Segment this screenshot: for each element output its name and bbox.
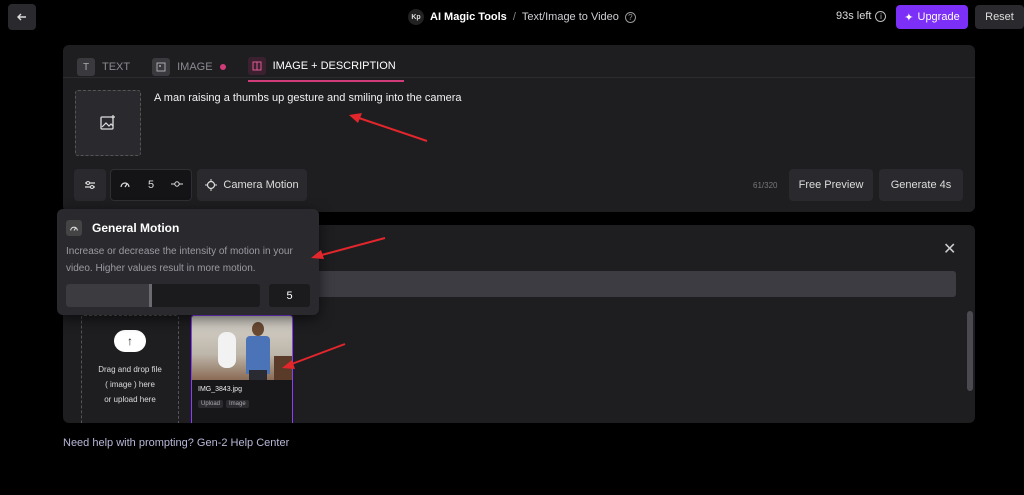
generate-button[interactable]: Generate 4s xyxy=(879,169,963,201)
photo-background xyxy=(274,356,292,380)
dropzone-text-1: Drag and drop file xyxy=(98,365,162,374)
asset-thumbnail[interactable]: IMG_3843.jpg Upload Image xyxy=(191,315,293,423)
dropzone-text-3[interactable]: or upload here xyxy=(104,392,156,407)
scrollbar[interactable] xyxy=(967,311,973,391)
tab-label: IMAGE xyxy=(177,61,213,73)
split-icon xyxy=(247,57,266,75)
char-counter: 61/320 xyxy=(753,181,778,190)
add-image-icon xyxy=(100,115,115,130)
credits-text: 93s left xyxy=(836,10,872,22)
photo-person xyxy=(246,336,270,374)
sliders-icon xyxy=(85,181,95,189)
tab-label: IMAGE + DESCRIPTION xyxy=(272,60,396,72)
tab-label: TEXT xyxy=(102,61,131,73)
image-icon xyxy=(152,58,171,76)
text-icon: T xyxy=(77,58,95,76)
asset-file-name: IMG_3843.jpg xyxy=(198,386,242,393)
popover-description: Increase or decrease the intensity of mo… xyxy=(66,246,293,274)
kp-logo: Kp xyxy=(408,9,424,25)
help-icon[interactable]: ? xyxy=(624,11,636,23)
image-upload-slot[interactable] xyxy=(75,90,141,156)
photo-person-legs xyxy=(249,370,267,380)
commit-icon xyxy=(170,178,183,193)
badge-upload: Upload xyxy=(198,400,224,408)
slider-handle[interactable] xyxy=(149,284,152,307)
upgrade-label: Upgrade xyxy=(917,11,960,23)
cloud-upload-icon: ↑ xyxy=(114,330,146,352)
breadcrumb-app[interactable]: AI Magic Tools xyxy=(430,11,507,23)
sparkle-icon: ✦ xyxy=(904,11,914,24)
asset-photo xyxy=(192,316,292,380)
top-bar: Kp AI Magic Tools / Text/Image to Video … xyxy=(0,0,1024,34)
credits-remaining: 93s left i xyxy=(836,10,887,22)
photo-figure xyxy=(218,332,236,368)
breadcrumb-page: Text/Image to Video xyxy=(521,11,619,23)
motion-value-input[interactable]: 5 xyxy=(269,284,310,307)
general-motion-popover: General Motion Increase or decrease the … xyxy=(57,209,319,315)
upload-dropzone[interactable]: ↑ Drag and drop file ( image ) here or u… xyxy=(81,315,179,423)
help-center-link[interactable]: Need help with prompting? Gen-2 Help Cen… xyxy=(63,437,289,449)
settings-button[interactable] xyxy=(74,169,106,201)
reset-button[interactable]: Reset xyxy=(975,5,1024,29)
close-icon[interactable]: ✕ xyxy=(943,239,956,259)
upgrade-button[interactable]: ✦ Upgrade xyxy=(896,5,968,29)
breadcrumb-separator: / xyxy=(512,11,516,23)
free-preview-button[interactable]: Free Preview xyxy=(789,169,873,201)
prompt-input[interactable]: A man raising a thumbs up gesture and sm… xyxy=(154,92,462,104)
camera-motion-label: Camera Motion xyxy=(223,179,299,191)
motion-control[interactable]: 5 xyxy=(110,169,192,201)
generation-card: T TEXT IMAGE IMAGE + DESCRIPTION A man r… xyxy=(63,45,975,212)
asset-badges: Upload Image xyxy=(198,400,249,408)
camera-motion-button[interactable]: Camera Motion xyxy=(197,169,307,201)
popover-title: General Motion xyxy=(92,221,180,235)
badge-image: Image xyxy=(226,400,249,408)
breadcrumb: Kp AI Magic Tools / Text/Image to Video … xyxy=(408,9,636,25)
slider-fill xyxy=(66,284,151,307)
back-button[interactable] xyxy=(8,4,36,30)
status-dot xyxy=(219,64,226,70)
photo-person-head xyxy=(252,322,264,336)
speedometer-icon xyxy=(119,178,131,193)
asset-search-input[interactable] xyxy=(313,271,956,297)
camera-move-icon xyxy=(205,179,218,191)
motion-value: 5 xyxy=(147,179,155,191)
motion-slider[interactable] xyxy=(66,284,260,307)
arrow-left-icon xyxy=(17,13,26,21)
divider xyxy=(63,77,975,78)
speedometer-icon xyxy=(66,220,82,236)
dropzone-text-2: ( image ) here xyxy=(105,380,155,389)
info-icon[interactable]: i xyxy=(875,10,887,22)
